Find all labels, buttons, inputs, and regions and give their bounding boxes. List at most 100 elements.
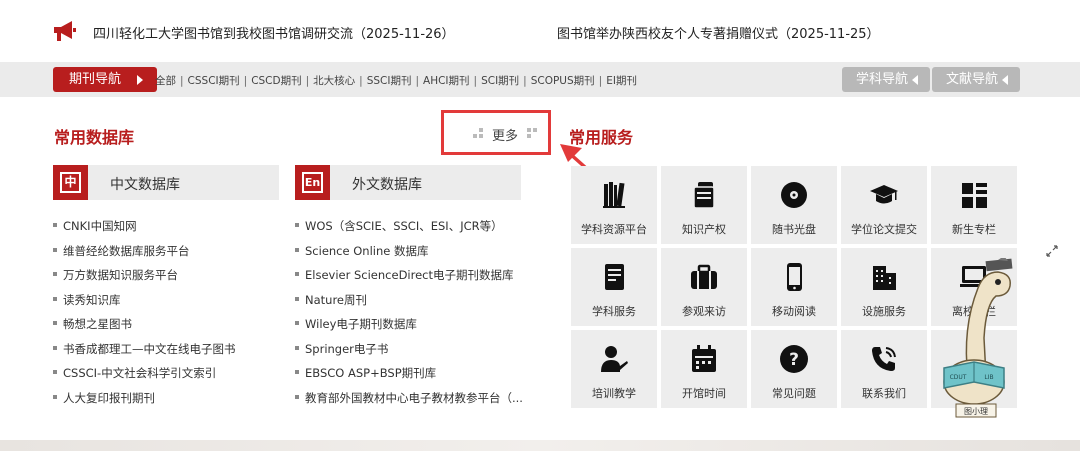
service-tile-cd[interactable]: 随书光盘 [751,166,837,244]
list-item[interactable]: 畅想之星图书 [53,316,236,341]
chinese-db-title: 中文数据库 [110,177,180,193]
service-tile-training[interactable]: 培训教学 [571,330,657,408]
list-item[interactable]: Science Online 数据库 [295,243,523,268]
arrow-left-icon [1002,75,1008,85]
nav-link-all[interactable]: 全部 [155,75,176,87]
books-icon [603,182,625,208]
dots-icon [526,127,538,139]
separator: | [523,75,527,87]
service-label: 设施服务 [862,305,906,318]
mascot-dinosaur-icon[interactable]: CDUT LIB 图小理 [938,258,1018,420]
separator: | [473,75,478,87]
dots-icon [472,127,484,139]
service-tile-hours[interactable]: 开馆时间 [661,330,747,408]
foreign-db-icon-char: En [302,172,323,193]
nav-link-pku-core[interactable]: 北大核心 [313,75,355,87]
nav-link-cscd[interactable]: CSCD期刊 [251,75,301,87]
footer-strip [0,440,1080,451]
nav-link-cssci[interactable]: CSSCI期刊 [188,75,240,87]
service-label: 移动阅读 [772,305,816,318]
list-item[interactable]: 人大复印报刊期刊 [53,390,236,415]
book-icon [605,264,624,290]
service-label: 学科服务 [592,305,636,318]
service-label: 知识产权 [682,223,726,236]
nav-link-ei[interactable]: EI期刊 [606,75,637,87]
calendar-icon [692,345,716,372]
service-tile-faq[interactable]: ? 常见问题 [751,330,837,408]
foreign-db-list: WOS（含SCIE、SSCI、ESI、JCR等） Science Online … [295,218,523,414]
building-icon [873,266,896,290]
service-tile-subject-resources[interactable]: 学科资源平台 [571,166,657,244]
more-link[interactable]: 更多 [492,125,518,144]
nav-link-sci[interactable]: SCI期刊 [481,75,519,87]
separator: | [305,75,310,87]
phone-icon [787,263,802,291]
question-icon: ? [780,345,808,373]
service-tile-freshmen[interactable]: 新生专栏 [931,166,1017,244]
service-label: 联系我们 [862,387,906,400]
list-item[interactable]: Wiley电子期刊数据库 [295,316,523,341]
doc-nav-label: 文献导航 [946,72,999,87]
service-tile-visit[interactable]: 参观来访 [661,248,747,326]
list-item[interactable]: WOS（含SCIE、SSCI、ESI、JCR等） [295,218,523,243]
service-label: 参观来访 [682,305,726,318]
list-item[interactable]: 万方数据知识服务平台 [53,267,236,292]
service-label: 学位论文提交 [851,223,917,236]
databases-title: 常用数据库 [54,128,135,147]
service-tile-thesis[interactable]: 学位论文提交 [841,166,927,244]
graduation-cap-icon [870,185,898,204]
subject-nav-button[interactable]: 学科导航 [842,67,930,92]
service-label: 学科资源平台 [581,223,647,236]
document-stack-icon [693,182,715,209]
service-tile-contact[interactable]: 联系我们 [841,330,927,408]
list-item[interactable]: Elsevier ScienceDirect电子期刊数据库 [295,267,523,292]
news-item[interactable]: 图书馆举办陕西校友个人专著捐赠仪式（2025-11-25） [557,23,880,42]
foreign-db-title: 外文数据库 [352,177,422,193]
list-item[interactable]: 教育部外国教材中心电子教材教参平台（... [295,390,523,415]
nav-link-scopus[interactable]: SCOPUS期刊 [531,75,595,87]
doc-nav-button[interactable]: 文献导航 [932,67,1020,92]
chinese-db-icon: 中 [53,165,88,200]
separator: | [415,75,420,87]
service-label: 新生专栏 [952,223,996,236]
list-item[interactable]: Nature周刊 [295,292,523,317]
service-tile-subject-service[interactable]: 学科服务 [571,248,657,326]
chinese-db-header[interactable]: 中 中文数据库 [53,165,279,200]
list-item[interactable]: CNKI中国知网 [53,218,236,243]
teacher-icon [601,346,628,372]
expand-icon[interactable] [1046,245,1058,257]
phone-call-icon [872,347,896,371]
foreign-db-icon: En [295,165,330,200]
news-bar: 四川轻化工大学图书馆到我校图书馆调研交流（2025-11-26） 图书馆举办陕西… [0,0,1080,62]
service-tile-mobile[interactable]: 移动阅读 [751,248,837,326]
journal-nav-bar: 期刊导航 全部 | CSSCI期刊 | CSCD期刊 | 北大核心 | SSCI期刊 | AHCI期… [0,62,1080,97]
service-tile-ip[interactable]: 知识产权 [661,166,747,244]
separator: | [359,75,363,87]
list-item[interactable]: Springer电子书 [295,341,523,366]
service-tile-facility[interactable]: 设施服务 [841,248,927,326]
megaphone-icon [54,21,76,41]
journal-nav-button[interactable]: 期刊导航 [53,67,157,92]
journal-nav-label: 期刊导航 [69,72,122,87]
list-item[interactable]: 读秀知识库 [53,292,236,317]
list-item[interactable]: 维普经纶数据库服务平台 [53,243,236,268]
service-label: 开馆时间 [682,387,726,400]
news-item[interactable]: 四川轻化工大学图书馆到我校图书馆调研交流（2025-11-26） [93,23,455,42]
nav-link-ahci[interactable]: AHCI期刊 [423,75,470,87]
grid-icon [962,183,987,208]
arrow-right-icon [137,75,143,85]
more-link-highlight[interactable]: 更多 [441,110,551,155]
library-homepage: 四川轻化工大学图书馆到我校图书馆调研交流（2025-11-26） 图书馆举办陕西… [0,0,1080,451]
nav-link-ssci[interactable]: SSCI期刊 [367,75,412,87]
briefcase-icon [691,264,717,289]
foreign-db-header[interactable]: En 外文数据库 [295,165,521,200]
list-item[interactable]: EBSCO ASP+BSP期刊库 [295,365,523,390]
list-item[interactable]: 书香成都理工—中文在线电子图书 [53,341,236,366]
separator: | [180,75,184,87]
separator: | [243,75,248,87]
chinese-db-icon-char: 中 [60,172,81,193]
mascot-book-text-left: CDUT [950,374,967,381]
mascot-name-tag: 图小理 [964,407,988,416]
list-item[interactable]: CSSCI-中文社会科学引文索引 [53,365,236,390]
journal-category-links: 全部 | CSSCI期刊 | CSCD期刊 | 北大核心 | SSCI期刊 | AHCI期刊 | SCI… [155,73,637,88]
